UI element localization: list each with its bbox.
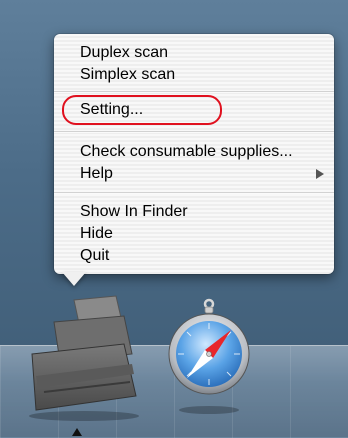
menu-item-show-in-finder[interactable]: Show In Finder — [80, 201, 324, 223]
menu-item-simplex-scan[interactable]: Simplex scan — [80, 64, 324, 86]
menu-item-quit[interactable]: Quit — [80, 245, 324, 267]
menu-separator — [54, 192, 334, 194]
menu-item-label: Help — [80, 165, 113, 182]
dock-context-menu: Duplex scan Simplex scan Setting... Chec… — [54, 34, 334, 274]
running-indicator — [72, 428, 82, 436]
menu-item-check-consumable-supplies[interactable]: Check consumable supplies... — [80, 141, 324, 163]
setting-highlight-ring — [62, 95, 222, 125]
menu-item-label: Duplex scan — [80, 44, 169, 61]
submenu-arrow-icon — [316, 169, 324, 179]
scanner-icon[interactable] — [14, 292, 144, 422]
menu-item-help[interactable]: Help — [80, 163, 324, 185]
menu-item-label: Simplex scan — [80, 66, 176, 83]
menu-pointer — [62, 272, 86, 286]
safari-compass-icon[interactable] — [168, 298, 250, 416]
menu-item-label: Hide — [80, 225, 113, 242]
menu-item-label: Show In Finder — [80, 203, 188, 220]
menu-item-hide[interactable]: Hide — [80, 223, 324, 245]
menu-item-label: Quit — [80, 247, 110, 264]
menu-separator — [54, 91, 334, 93]
menu-item-duplex-scan[interactable]: Duplex scan — [80, 42, 324, 64]
menu-separator — [54, 131, 334, 133]
menu-item-label: Check consumable supplies... — [80, 143, 293, 160]
